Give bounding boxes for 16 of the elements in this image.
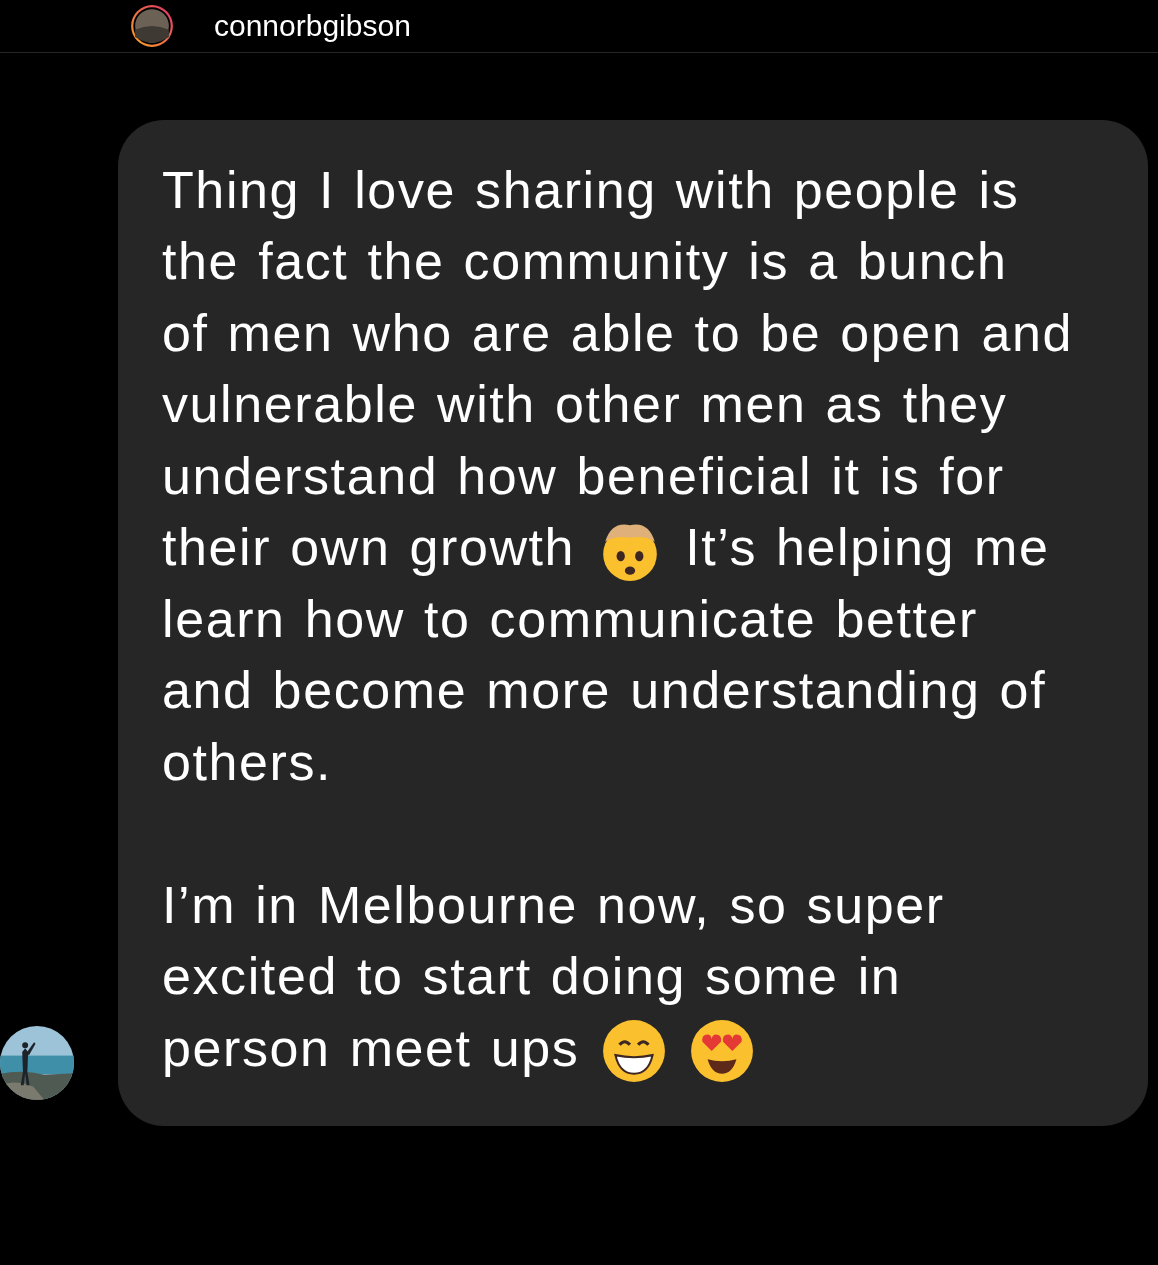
message-text: excited to start doing some in [162, 946, 902, 1007]
message-text: the fact the community is a bunch [162, 231, 1008, 292]
message-text: Thing I love sharing with people is [162, 159, 1020, 220]
grinning-face-emoji-icon [601, 1017, 668, 1084]
message-text: others. [162, 731, 333, 792]
message-text: I’m in Melbourne now, so super [162, 874, 945, 935]
message-text: vulnerable with other men as they [162, 374, 1008, 435]
heart-eyes-emoji-icon [689, 1017, 756, 1084]
message-text: learn how to communicate better [162, 588, 978, 649]
message-text: their own growth [162, 517, 576, 578]
username[interactable]: connorbgibson [214, 9, 411, 43]
message-text: understand how beneficial it is for [162, 445, 1005, 506]
message-text: It’s helping me [685, 517, 1050, 578]
message-text: and become more understanding of [162, 660, 1047, 721]
message-text: of men who are able to be open and [162, 302, 1073, 363]
message-text: person meet ups [162, 1017, 580, 1078]
